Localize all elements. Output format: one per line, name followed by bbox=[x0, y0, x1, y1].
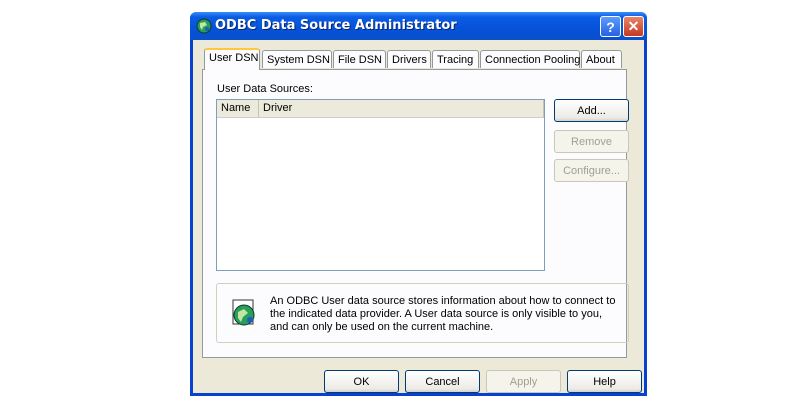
odbc-info-icon bbox=[232, 299, 255, 326]
info-description: An ODBC User data source stores informat… bbox=[270, 295, 616, 333]
window-title: ODBC Data Source Administrator bbox=[215, 18, 457, 33]
tab-file-dsn[interactable]: File DSN bbox=[333, 50, 386, 68]
help-button[interactable]: Help bbox=[567, 370, 642, 393]
tab-system-dsn[interactable]: System DSN bbox=[262, 50, 332, 68]
column-header-name[interactable]: Name bbox=[217, 100, 259, 117]
tab-about[interactable]: About bbox=[581, 50, 622, 68]
configure-button[interactable]: Configure... bbox=[554, 159, 629, 182]
title-bar[interactable]: ODBC Data Source Administrator ? ✕ bbox=[190, 12, 647, 40]
column-header-driver[interactable]: Driver bbox=[259, 100, 544, 117]
tab-connection-pooling[interactable]: Connection Pooling bbox=[480, 50, 580, 68]
odbc-dialog-window: ODBC Data Source Administrator ? ✕ User … bbox=[190, 12, 647, 396]
user-data-sources-label: User Data Sources: bbox=[217, 83, 313, 95]
close-button[interactable]: ✕ bbox=[623, 16, 644, 37]
dialog-client-area: User DSN System DSN File DSN Drivers Tra… bbox=[193, 40, 644, 393]
info-box: An ODBC User data source stores informat… bbox=[216, 283, 629, 343]
odbc-globe-icon bbox=[196, 18, 212, 34]
tab-tracing[interactable]: Tracing bbox=[432, 50, 479, 68]
apply-button[interactable]: Apply bbox=[486, 370, 561, 393]
add-button[interactable]: Add... bbox=[554, 99, 629, 122]
ok-button[interactable]: OK bbox=[324, 370, 399, 393]
data-sources-list[interactable]: Name Driver bbox=[216, 99, 545, 271]
help-title-button[interactable]: ? bbox=[600, 16, 621, 37]
tab-user-dsn[interactable]: User DSN bbox=[204, 48, 260, 70]
remove-button[interactable]: Remove bbox=[554, 130, 629, 153]
cancel-button[interactable]: Cancel bbox=[405, 370, 480, 393]
list-header: Name Driver bbox=[217, 100, 544, 118]
tab-drivers[interactable]: Drivers bbox=[387, 50, 431, 68]
user-dsn-panel: User Data Sources: Name Driver Add... Re… bbox=[202, 69, 629, 358]
